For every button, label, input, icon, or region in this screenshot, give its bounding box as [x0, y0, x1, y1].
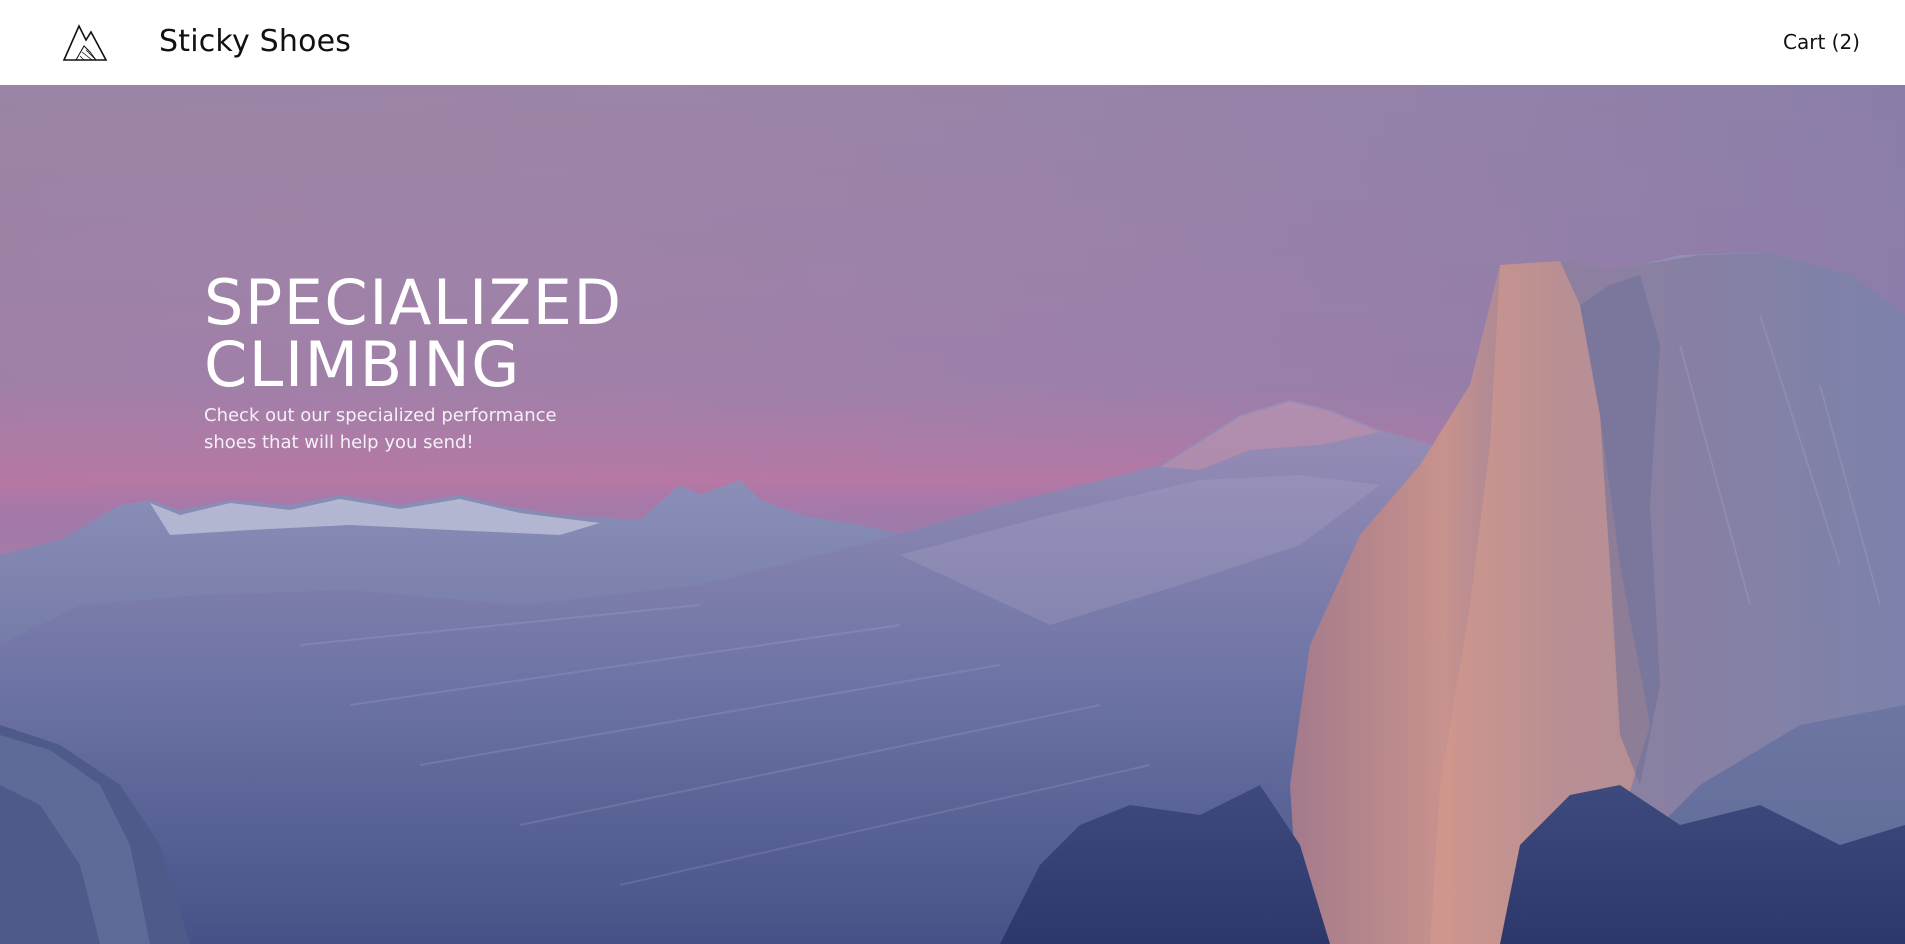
- brand-name[interactable]: Sticky Shoes: [159, 22, 351, 62]
- mountain-logo-icon[interactable]: [62, 22, 108, 62]
- hero-subtitle: Check out our specialized performance sh…: [204, 405, 557, 453]
- hero-title: SPECIALIZED CLIMBING: [204, 266, 623, 401]
- mountain-valley-dusk-photo: [0, 85, 1905, 944]
- hero-banner: SPECIALIZED CLIMBING Check out our speci…: [0, 85, 1905, 944]
- site-header: Sticky Shoes Cart (2): [0, 0, 1905, 85]
- hero-content: SPECIALIZED CLIMBING Check out our speci…: [204, 272, 664, 456]
- cart-link[interactable]: Cart (2): [1783, 28, 1860, 56]
